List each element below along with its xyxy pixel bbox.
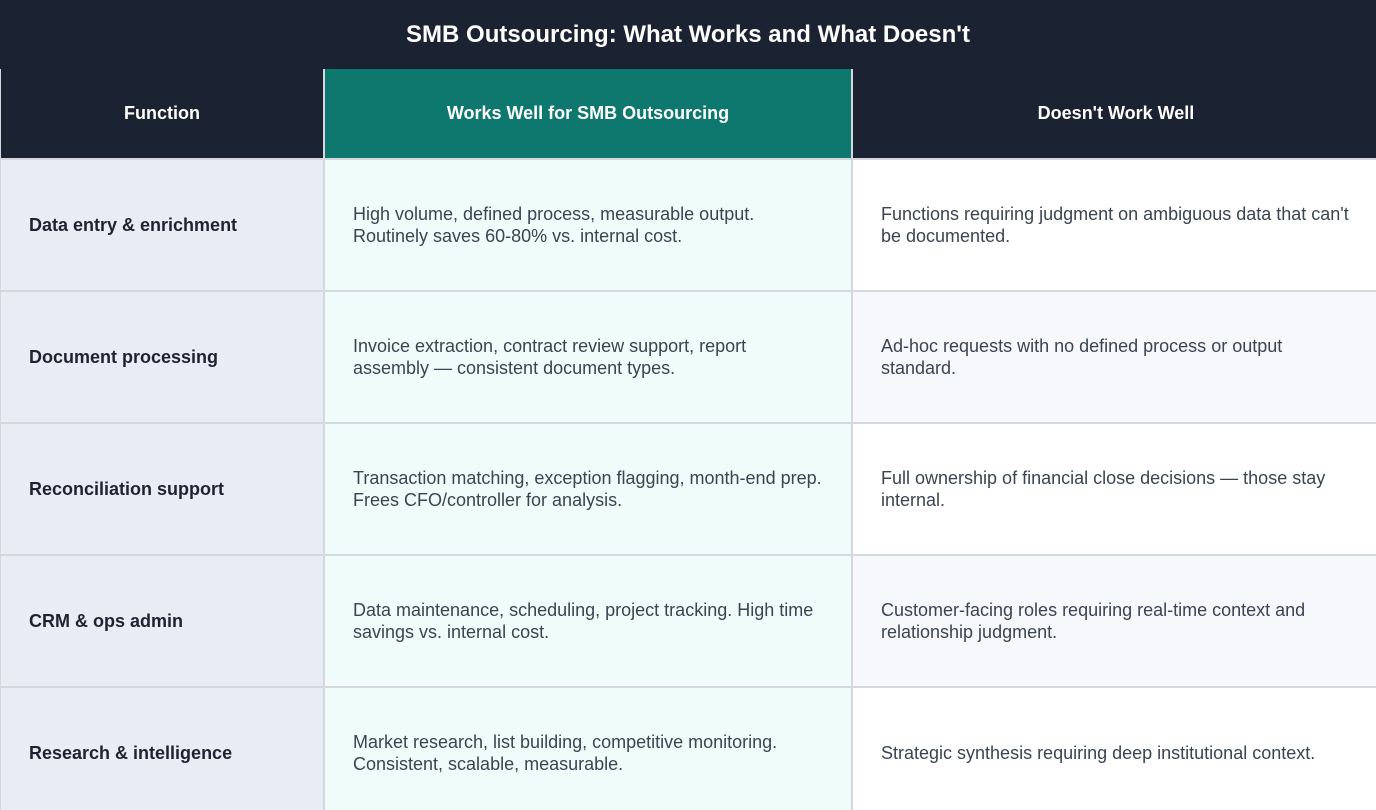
column-header-function: Function [1, 69, 323, 158]
row-doesnt-cell: Strategic synthesis requiring deep insti… [853, 688, 1376, 810]
row-function-cell: CRM & ops admin [1, 556, 323, 686]
row-works-cell: Transaction matching, exception flagging… [325, 424, 851, 554]
column-header-works-well: Works Well for SMB Outsourcing [325, 69, 851, 158]
row-doesnt-cell: Functions requiring judgment on ambiguou… [853, 160, 1376, 290]
row-function-cell: Data entry & enrichment [1, 160, 323, 290]
row-doesnt-cell: Full ownership of financial close decisi… [853, 424, 1376, 554]
row-works-cell: Market research, list building, competit… [325, 688, 851, 810]
row-function-cell: Document processing [1, 292, 323, 422]
comparison-table: Function Works Well for SMB Outsourcing … [0, 69, 1376, 810]
row-function-cell: Research & intelligence [1, 688, 323, 810]
row-doesnt-cell: Ad-hoc requests with no defined process … [853, 292, 1376, 422]
row-function-cell: Reconciliation support [1, 424, 323, 554]
page-title: SMB Outsourcing: What Works and What Doe… [0, 0, 1376, 69]
row-works-cell: High volume, defined process, measurable… [325, 160, 851, 290]
row-doesnt-cell: Customer-facing roles requiring real-tim… [853, 556, 1376, 686]
row-works-cell: Data maintenance, scheduling, project tr… [325, 556, 851, 686]
column-header-doesnt-work: Doesn't Work Well [853, 69, 1376, 158]
row-works-cell: Invoice extraction, contract review supp… [325, 292, 851, 422]
